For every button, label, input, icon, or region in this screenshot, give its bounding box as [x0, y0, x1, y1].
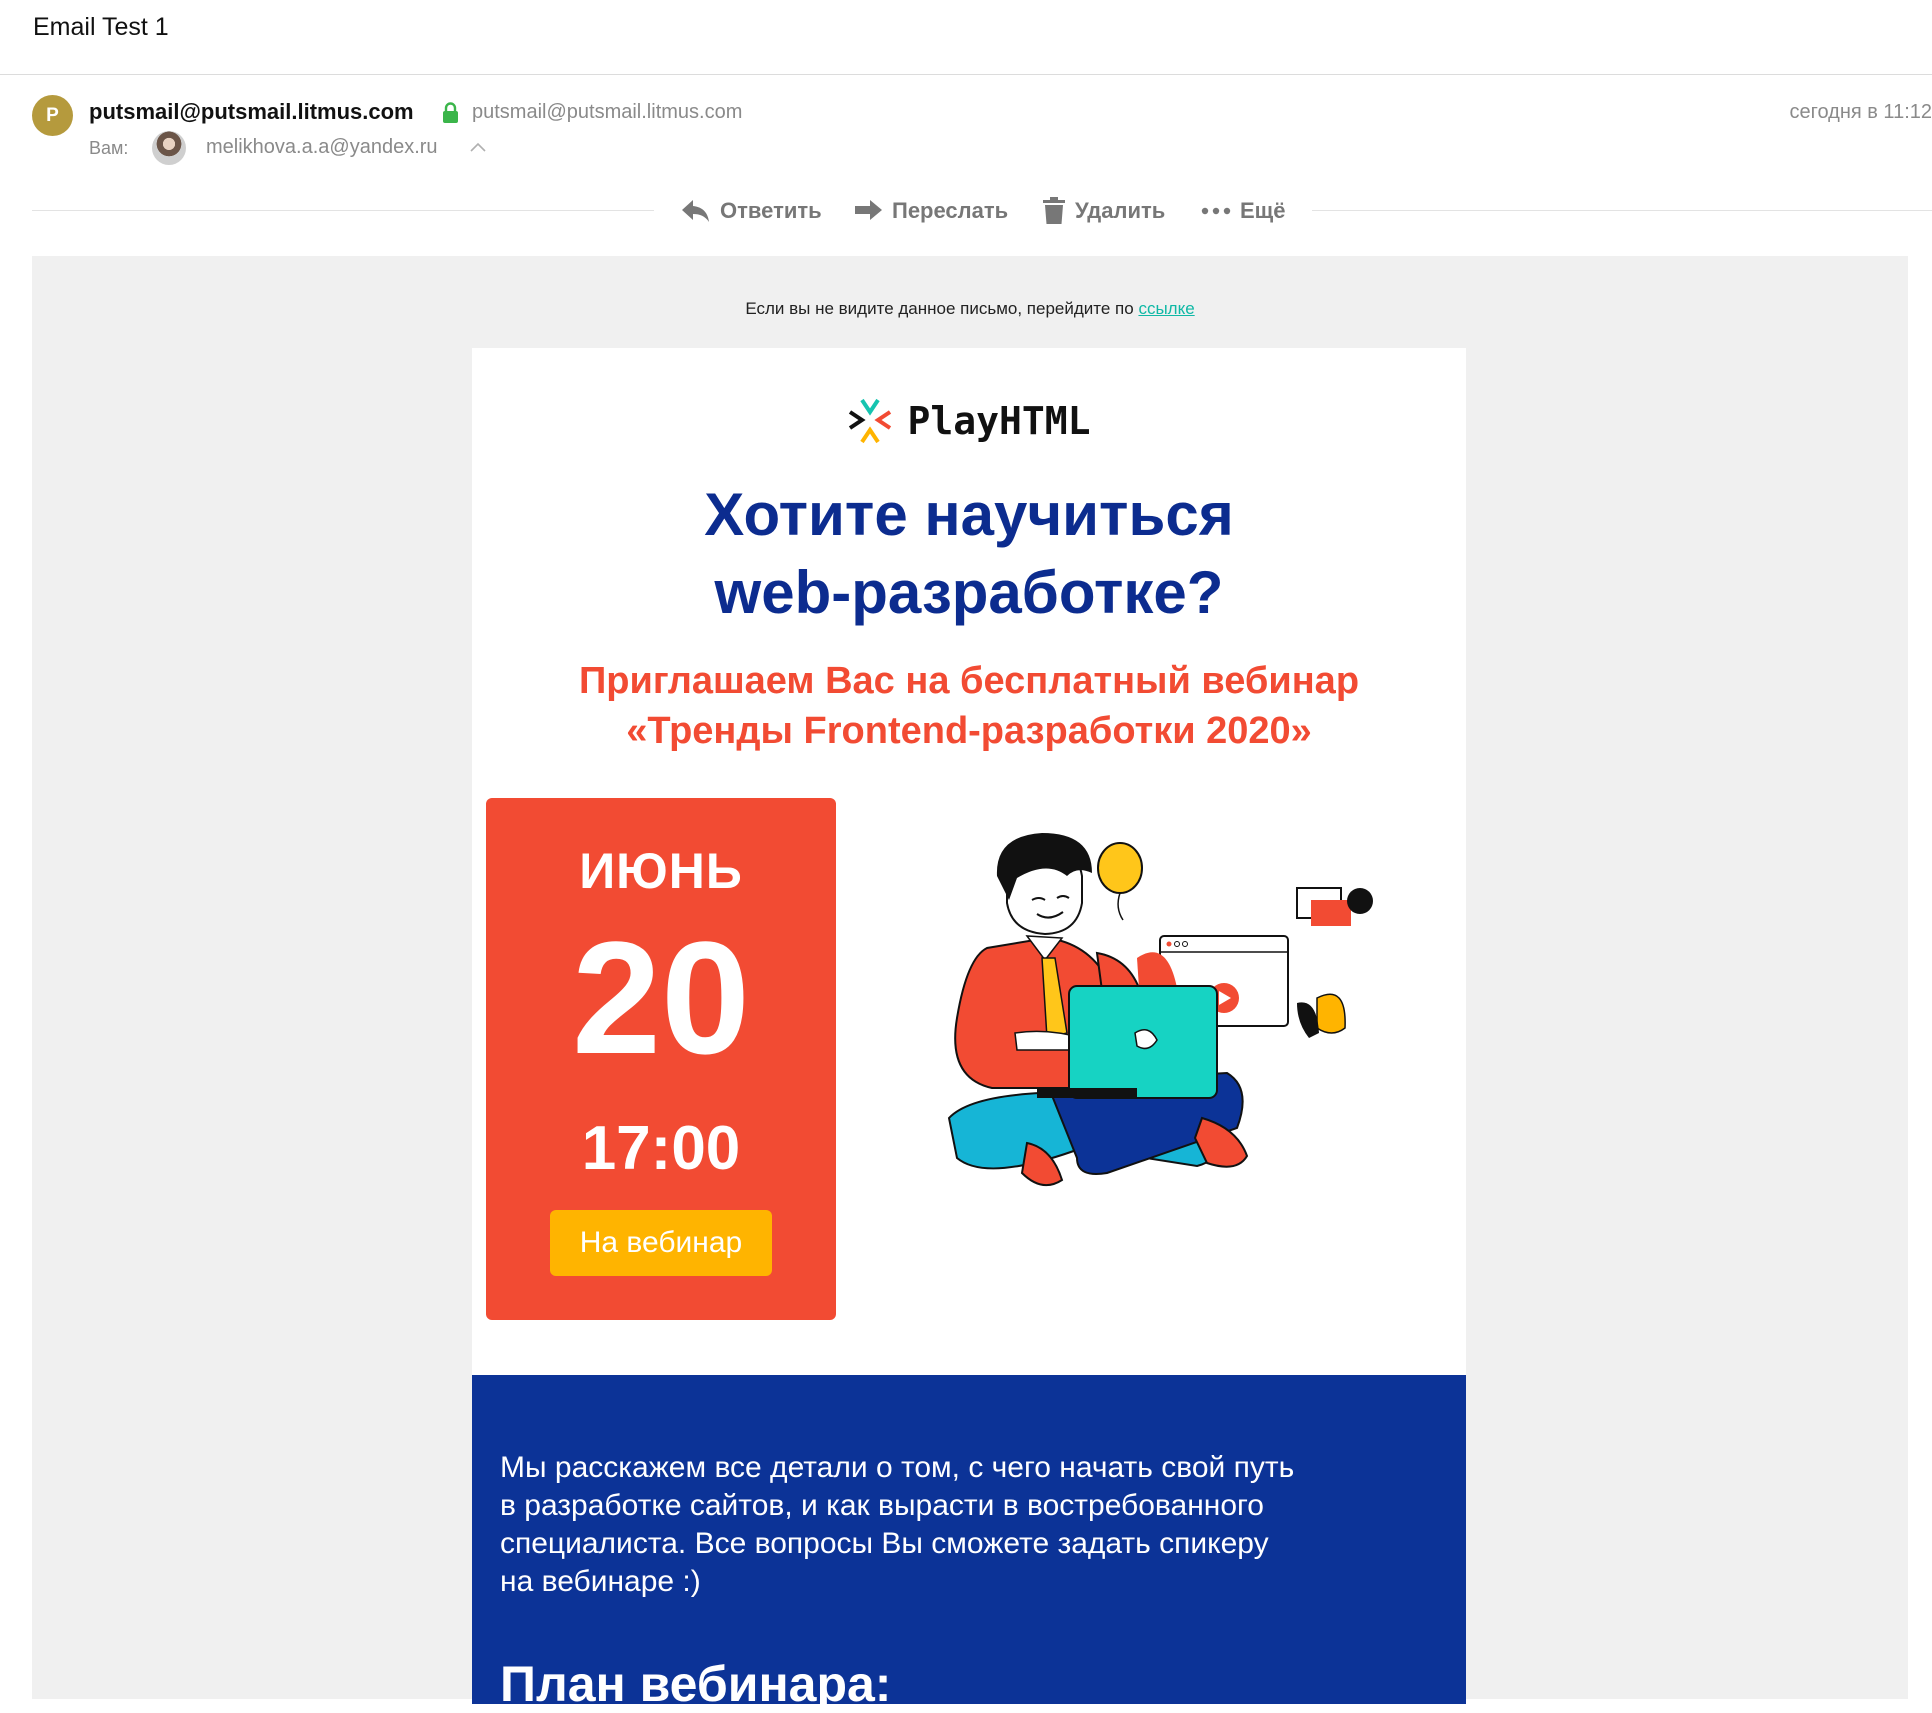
webinar-time: 17:00 [581, 1114, 741, 1183]
more-label: Ещё [1240, 198, 1286, 223]
trash-icon [1043, 197, 1065, 224]
headline: Хотите научиться web-разработке? [472, 476, 1466, 632]
forward-label: Переслать [892, 198, 1009, 223]
logo: PlayHTML [472, 398, 1466, 444]
more-button[interactable]: Ещё [1201, 194, 1285, 228]
recipient-avatar[interactable] [152, 131, 186, 165]
more-dots-icon [1201, 207, 1231, 215]
subheadline-line-2: «Тренды Frontend-разработки 2020» [626, 710, 1312, 752]
webinar-date-card: ИЮНЬ 20 17:00 На вебинар [486, 798, 836, 1320]
subject-bar: Email Test 1 [0, 0, 1932, 75]
reply-button[interactable]: Ответить [681, 194, 822, 228]
sender-avatar[interactable]: P [32, 95, 73, 136]
toolbar-divider-left [32, 210, 654, 211]
preheader-text: Если вы не видите данное письмо, перейди… [745, 299, 1139, 318]
description-line-3: специалиста. Все вопросы Вы сможете зада… [500, 1527, 1269, 1560]
delete-label: Удалить [1075, 198, 1166, 223]
reply-label: Ответить [720, 198, 822, 223]
preheader: Если вы не видите данное письмо, перейди… [32, 299, 1908, 319]
sender-address: putsmail@putsmail.litmus.com [472, 101, 743, 123]
email-body: Если вы не видите данное письмо, перейди… [32, 256, 1908, 1712]
plan-heading: План вебинара: [500, 1656, 892, 1712]
lock-icon [443, 102, 458, 123]
email-card: PlayHTML Хотите научиться web-разработке… [472, 348, 1466, 1712]
developer-illustration [947, 833, 1373, 1187]
recipient-address[interactable]: melikhova.a.a@yandex.ru [206, 136, 438, 159]
headline-line-2: web-разработке? [714, 559, 1224, 626]
webinar-month: ИЮНЬ [579, 843, 743, 899]
playhtml-logo-icon [849, 398, 892, 444]
delete-button[interactable]: Удалить [1042, 194, 1165, 228]
chevron-up-icon[interactable] [469, 140, 487, 154]
email-subject: Email Test 1 [33, 13, 169, 41]
sender-name[interactable]: putsmail@putsmail.litmus.com [89, 99, 414, 125]
forward-button[interactable]: Переслать [853, 194, 1008, 228]
headline-line-1: Хотите научиться [704, 481, 1234, 548]
forward-icon [855, 200, 882, 220]
reply-icon [682, 200, 709, 222]
webinar-button[interactable]: На вебинар [550, 1210, 772, 1276]
logo-text: PlayHTML [907, 399, 1091, 443]
description: Мы расскажем все детали о том, с чего на… [500, 1449, 1400, 1601]
description-line-4: на вебинаре :) [500, 1565, 701, 1598]
description-line-1: Мы расскажем все детали о том, с чего на… [500, 1451, 1295, 1484]
description-line-2: в разработке сайтов, и как вырасти в вос… [500, 1489, 1264, 1522]
received-date: сегодня в 11:12 [1789, 101, 1932, 123]
toolbar-divider-right [1312, 210, 1932, 211]
to-label: Вам: [89, 138, 129, 158]
description-section: Мы расскажем все детали о том, с чего на… [472, 1375, 1466, 1712]
webinar-day: 20 [572, 908, 750, 1087]
subheadline-line-1: Приглашаем Вас на бесплатный вебинар [578, 660, 1360, 702]
subheadline: Приглашаем Вас на бесплатный вебинар «Тр… [472, 656, 1466, 756]
preheader-link[interactable]: ссылке [1138, 299, 1194, 318]
